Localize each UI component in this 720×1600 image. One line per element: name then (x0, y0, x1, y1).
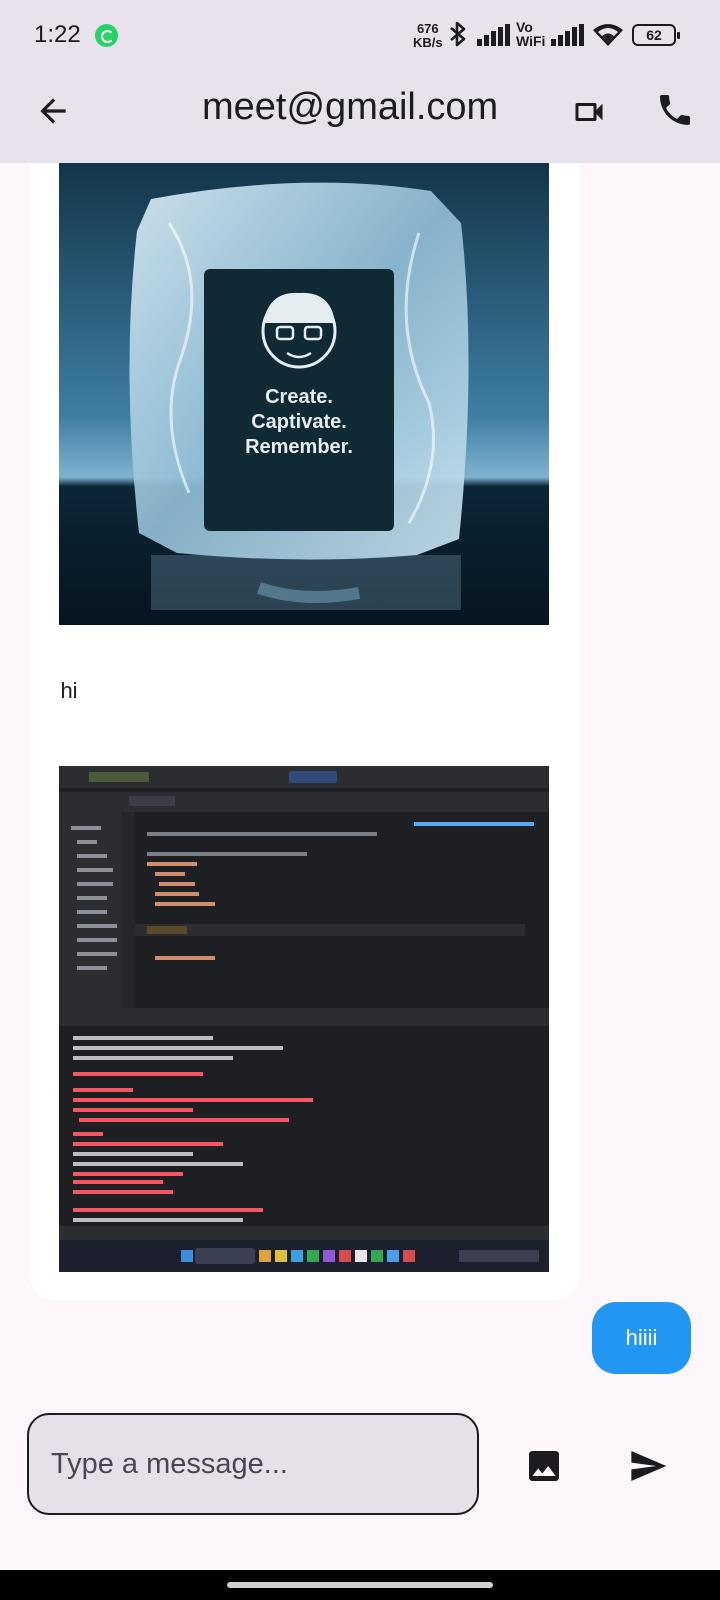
message-composer: Type a message... (0, 1400, 720, 1570)
ide-screenshot-image (59, 766, 549, 1272)
chat-title: meet@gmail.com (202, 86, 499, 128)
sent-message-bubble[interactable]: hiiii (592, 1302, 691, 1374)
image-text-line: Create. (265, 386, 333, 408)
message-input[interactable]: Type a message... (27, 1413, 479, 1515)
app-bar: meet@gmail.com (0, 72, 720, 163)
whatsapp-icon (95, 24, 118, 47)
image-message-bubble[interactable]: Create. Captivate. Remember. (30, 163, 580, 810)
network-speed-value: 676 (416, 21, 439, 36)
image-caption-text: Create. Captivate. Remember. (204, 385, 394, 460)
status-bar: 1:22 676 KB/s Vo WiFi 62 (0, 0, 720, 72)
received-message-bubble[interactable]: hi (30, 655, 108, 727)
home-gesture-handle[interactable] (227, 1582, 493, 1588)
vowifi-top-label: Vo (516, 19, 533, 35)
status-time: 1:22 (34, 21, 81, 48)
video-call-icon[interactable] (571, 94, 607, 130)
bluetooth-icon (450, 21, 466, 47)
vowifi-icon: Vo WiFi (516, 20, 545, 48)
image-picker-icon[interactable] (524, 1446, 564, 1486)
back-arrow-icon[interactable] (34, 92, 72, 130)
network-speed: 676 KB/s (413, 22, 443, 50)
vowifi-bottom-label: WiFi (516, 33, 546, 49)
image-message-bubble[interactable] (30, 743, 580, 1300)
message-image[interactable] (59, 766, 549, 1272)
image-text-line: Captivate. (251, 411, 347, 433)
signal-icon (477, 24, 510, 46)
wifi-icon (593, 24, 623, 46)
message-list[interactable]: Create. Captivate. Remember. hi hiiii (0, 163, 720, 1400)
phone-call-icon[interactable] (655, 90, 695, 130)
message-text: hiiii (625, 1325, 658, 1350)
header-area: 1:22 676 KB/s Vo WiFi 62 meet@gmail.com (0, 0, 720, 163)
battery-icon: 62 (632, 24, 680, 46)
signal-icon (551, 24, 584, 46)
message-image[interactable]: Create. Captivate. Remember. (59, 163, 549, 625)
send-icon[interactable] (627, 1446, 669, 1486)
network-speed-unit: KB/s (413, 35, 443, 50)
message-text: hi (60, 678, 78, 703)
system-navigation-bar (0, 1570, 720, 1600)
image-text-line: Remember. (245, 436, 353, 458)
